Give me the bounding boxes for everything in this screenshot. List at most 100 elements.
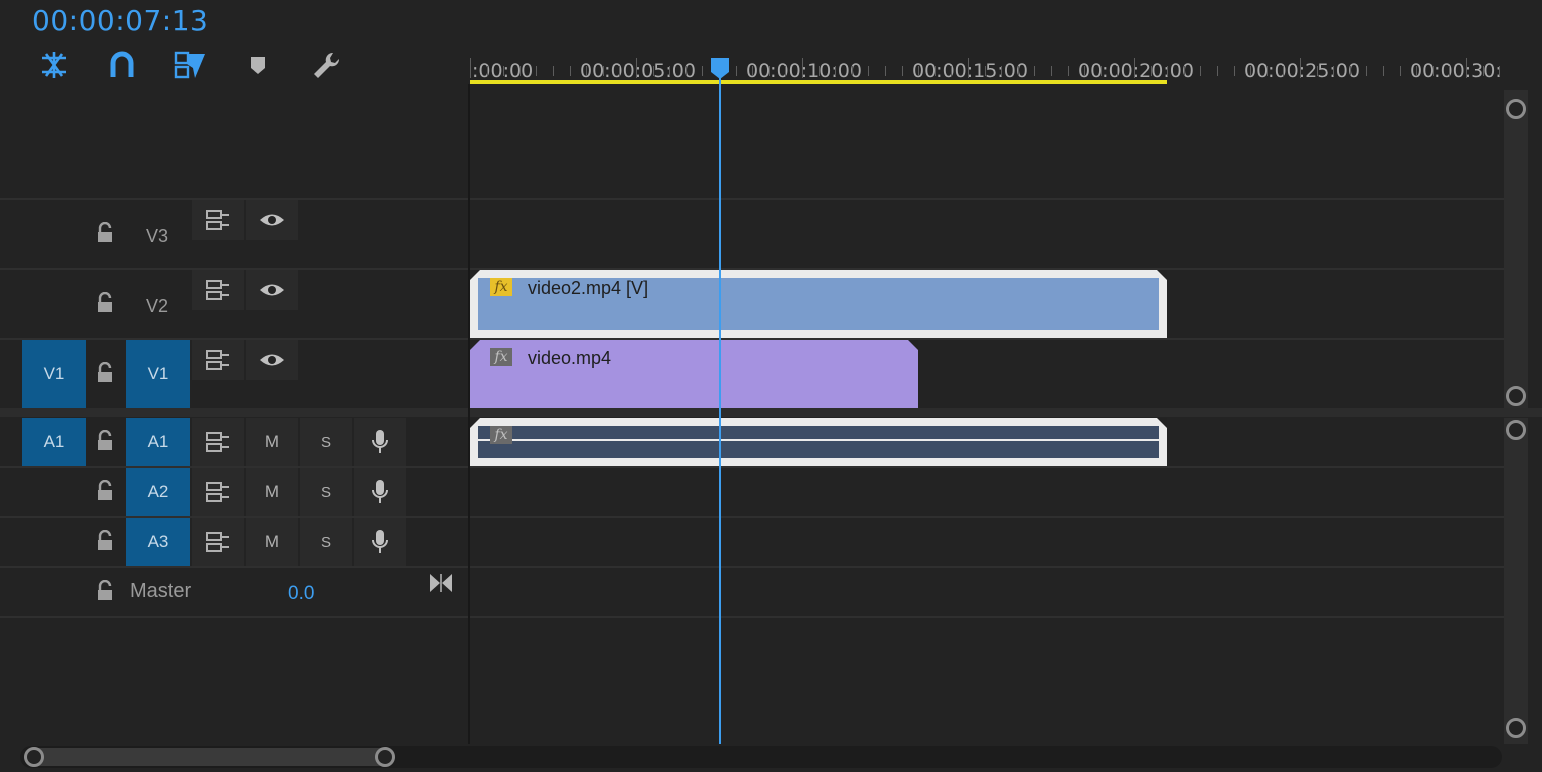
toggle-sync-lock-button[interactable]	[192, 468, 244, 516]
track-lock-icon[interactable]	[94, 291, 116, 319]
ruler-tick	[685, 66, 687, 76]
clip-video2[interactable]: fx video2.mp4 [V]	[470, 270, 1168, 338]
playhead-line[interactable]	[719, 76, 722, 744]
toggle-sync-lock-button[interactable]	[192, 518, 244, 566]
playhead-timecode[interactable]: 00:00:07:13	[32, 4, 208, 37]
fx-badge: fx	[490, 348, 512, 366]
insert-nest-icon	[42, 52, 66, 78]
clip-body	[478, 426, 1160, 458]
ruler-tick	[486, 66, 488, 76]
ruler-tick	[536, 66, 538, 76]
ruler-label: 00:00:20:00	[1078, 60, 1194, 82]
toggle-sync-lock-button[interactable]	[192, 200, 244, 240]
ruler-tick	[1399, 66, 1401, 76]
track-name: V2	[146, 296, 169, 316]
clip-video[interactable]: fx video.mp4	[470, 340, 919, 408]
work-area-bar[interactable]	[470, 80, 1168, 84]
ruler-tick	[968, 58, 969, 78]
ruler-tick	[1250, 66, 1252, 76]
playhead-handle[interactable]	[709, 56, 731, 80]
track-header-a2: A2 M S	[0, 468, 468, 516]
track-lock-icon[interactable]	[94, 429, 116, 457]
ruler-tick	[1416, 66, 1418, 76]
snap-button[interactable]	[104, 48, 140, 82]
ruler-tick	[735, 66, 737, 76]
source-patch-v1[interactable]: V1	[22, 340, 86, 408]
zoom-handle-left[interactable]	[24, 747, 44, 767]
clip-corner-marker	[470, 418, 480, 428]
ruler-tick	[984, 66, 986, 76]
ruler-tick	[1067, 66, 1069, 76]
audio-scroll-handle-bottom[interactable]	[1506, 718, 1526, 738]
video-vertical-scrollbar[interactable]	[1504, 90, 1528, 408]
insert-nest-button[interactable]	[36, 48, 72, 82]
audio-vertical-scrollbar[interactable]	[1504, 418, 1528, 744]
sync-lock-icon	[206, 280, 229, 300]
track-target-a2[interactable]: A2	[126, 468, 190, 516]
video-scroll-handle-top[interactable]	[1506, 99, 1526, 119]
toggle-sync-lock-button[interactable]	[192, 418, 244, 466]
solo-track-button[interactable]: S	[300, 418, 352, 466]
ruler-tick	[636, 58, 637, 78]
add-marker-button[interactable]	[240, 48, 276, 82]
track-lock-icon[interactable]	[94, 221, 116, 249]
track-target-a1[interactable]: A1	[126, 418, 190, 466]
toggle-track-output-button[interactable]	[246, 200, 298, 240]
track-target-v1[interactable]: V1	[126, 340, 190, 408]
track-header-v3: V3	[0, 200, 468, 268]
track-target-a3[interactable]: A3	[126, 518, 190, 566]
time-ruler[interactable]: :00:00 00:00:05:00 00:00:10:00 00:00:15:…	[470, 28, 1504, 84]
master-label: Master	[130, 580, 192, 602]
voice-over-record-button[interactable]	[354, 468, 406, 516]
ruler-label: 00:00:05:00	[580, 60, 696, 82]
timeline-settings-button[interactable]	[308, 48, 344, 82]
ruler-tick	[619, 66, 621, 76]
track-header-edge	[468, 84, 470, 744]
solo-track-button[interactable]: S	[300, 468, 352, 516]
eye-icon	[260, 214, 284, 226]
toggle-track-output-button[interactable]	[246, 270, 298, 310]
ruler-tick	[1034, 66, 1036, 76]
mute-track-button[interactable]: M	[246, 468, 298, 516]
master-volume-value[interactable]: 0.0	[288, 583, 314, 605]
video-scroll-handle-bottom[interactable]	[1506, 386, 1526, 406]
add-marker-icon	[251, 57, 265, 74]
horizontal-scrollbar-thumb[interactable]	[26, 748, 394, 766]
ruler-tick	[768, 66, 770, 76]
ruler-tick	[885, 66, 886, 76]
snap-magnet-icon	[110, 51, 134, 77]
track-lock-icon[interactable]	[94, 361, 116, 389]
ruler-tick	[1300, 58, 1301, 78]
voice-over-record-button[interactable]	[354, 518, 406, 566]
toggle-sync-lock-button[interactable]	[192, 270, 244, 310]
audio-scroll-handle-top[interactable]	[1506, 420, 1526, 440]
ruler-tick	[1200, 66, 1202, 76]
mute-track-button[interactable]: M	[246, 418, 298, 466]
timeline-settings-wrench-icon	[314, 52, 340, 78]
video-audio-divider[interactable]	[0, 408, 1542, 417]
ruler-tick	[1366, 66, 1368, 76]
eye-icon	[260, 354, 284, 366]
ruler-tick	[702, 66, 704, 76]
mute-track-button[interactable]: M	[246, 518, 298, 566]
ruler-tick	[602, 66, 604, 76]
track-lock-icon[interactable]	[94, 579, 116, 607]
voice-over-record-button[interactable]	[354, 418, 406, 466]
track-lock-icon[interactable]	[94, 479, 116, 507]
ruler-tick	[1233, 66, 1235, 76]
bowtie-icon	[430, 574, 452, 592]
solo-track-button[interactable]: S	[300, 518, 352, 566]
ruler-tick	[1150, 66, 1152, 76]
clip-audio[interactable]: fx	[470, 418, 1168, 466]
ruler-tick	[470, 58, 471, 78]
microphone-icon	[372, 480, 388, 503]
go-to-in-out-button[interactable]	[428, 572, 454, 599]
track-lock-icon[interactable]	[94, 529, 116, 557]
ruler-tick	[652, 66, 654, 76]
toggle-sync-lock-button[interactable]	[192, 340, 244, 380]
toggle-track-output-button[interactable]	[246, 340, 298, 380]
linked-selection-button[interactable]	[172, 48, 208, 82]
zoom-handle-right[interactable]	[375, 747, 395, 767]
source-patch-a1[interactable]: A1	[22, 418, 86, 466]
linked-selection-icon	[174, 51, 205, 79]
